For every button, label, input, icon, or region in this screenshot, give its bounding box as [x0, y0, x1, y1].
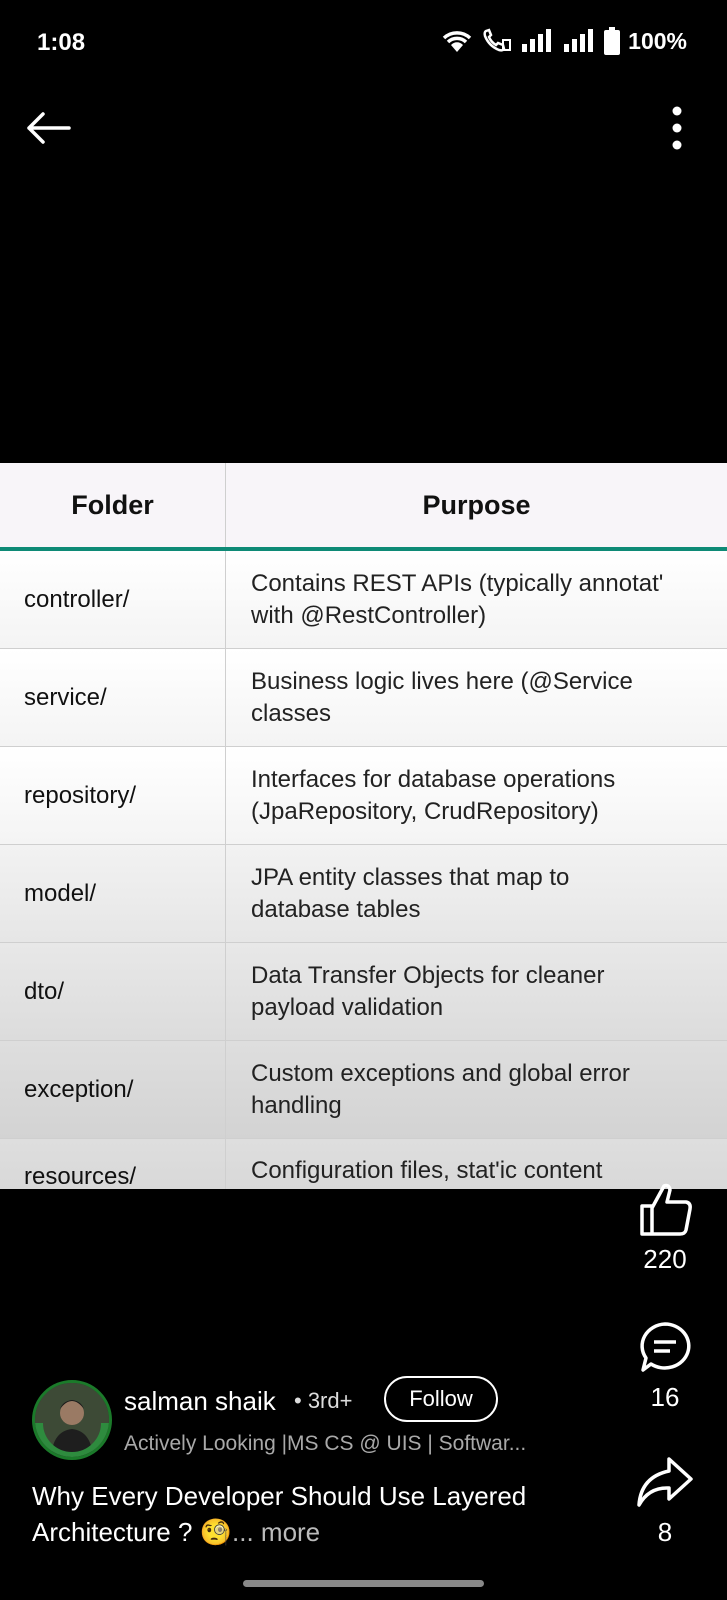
author-headline: Actively Looking |MS CS @ UIS | Softwar.…: [124, 1432, 527, 1455]
author-row: salman shaik • 3rd+ Follow Actively Look…: [32, 1376, 602, 1460]
header-folder: Folder: [0, 463, 226, 547]
status-icons: 100%: [440, 27, 687, 55]
table-row: controller/ Contains REST APIs (typicall…: [0, 551, 727, 649]
status-bar: 1:08 100%: [0, 0, 727, 86]
share-button[interactable]: 8: [625, 1455, 705, 1548]
purpose-cell: Contains REST APIs (typically annotat' w…: [251, 569, 664, 629]
home-indicator[interactable]: [243, 1580, 484, 1587]
purpose-cell: Business logic lives here (@Service clas…: [251, 667, 633, 727]
more-options-button[interactable]: [657, 100, 697, 156]
wifi-call-icon: [482, 28, 512, 54]
connection-degree: • 3rd+: [294, 1388, 353, 1413]
header-purpose: Purpose: [422, 489, 531, 520]
folder-cell: service/: [0, 649, 226, 746]
comment-icon: [640, 1322, 691, 1372]
folder-cell: repository/: [0, 747, 226, 844]
back-button[interactable]: [20, 100, 76, 156]
signal-icon: [520, 28, 554, 54]
folder-cell: exception/: [0, 1041, 226, 1138]
battery-percent: 100%: [628, 27, 687, 54]
table-row: model/ JPA entity classes that map to da…: [0, 845, 727, 943]
table-row: repository/ Interfaces for database oper…: [0, 747, 727, 845]
share-arrow-icon: [637, 1457, 693, 1507]
comment-button[interactable]: 16: [625, 1320, 705, 1413]
signal-icon-2: [562, 28, 596, 54]
table-header: Folder Purpose: [0, 463, 727, 551]
thumbs-up-icon: [640, 1183, 692, 1236]
post-image[interactable]: Folder Purpose controller/ Contains REST…: [0, 463, 727, 1189]
purpose-cell: Data Transfer Objects for cleaner payloa…: [251, 961, 605, 1021]
purpose-cell: Custom exceptions and global error handl…: [251, 1059, 630, 1119]
status-time: 1:08: [37, 29, 86, 56]
table-row: service/ Business logic lives here (@Ser…: [0, 649, 727, 747]
like-count: 220: [643, 1244, 687, 1274]
purpose-cell: Interfaces for database operations (JpaR…: [251, 765, 616, 825]
table-row: exception/ Custom exceptions and global …: [0, 1041, 727, 1139]
purpose-cell: JPA entity classes that map to database …: [251, 863, 570, 923]
folder-cell: resources/: [0, 1139, 226, 1189]
folder-cell: dto/: [0, 943, 226, 1040]
like-button[interactable]: 220: [625, 1180, 705, 1275]
post-caption[interactable]: Why Every Developer Should Use Layered A…: [32, 1478, 602, 1550]
profile-photo-icon: [35, 1383, 109, 1457]
wifi-icon: [440, 28, 474, 54]
share-count: 8: [657, 1517, 673, 1547]
folder-cell: model/: [0, 845, 226, 942]
more-vertical-icon: [672, 106, 682, 150]
folder-cell: controller/: [0, 551, 226, 648]
back-arrow-icon: [27, 112, 71, 144]
avatar[interactable]: [32, 1380, 112, 1460]
table-row: resources/ Configuration files, stat'ic …: [0, 1139, 727, 1189]
battery-icon: [604, 27, 621, 55]
follow-button[interactable]: Follow: [384, 1376, 498, 1422]
folder-purpose-table: Folder Purpose controller/ Contains REST…: [0, 463, 727, 1189]
author-name[interactable]: salman shaik: [124, 1386, 276, 1417]
table-row: dto/ Data Transfer Objects for cleaner p…: [0, 943, 727, 1041]
comment-count: 16: [650, 1382, 680, 1412]
see-more-link[interactable]: ... more: [232, 1517, 320, 1547]
